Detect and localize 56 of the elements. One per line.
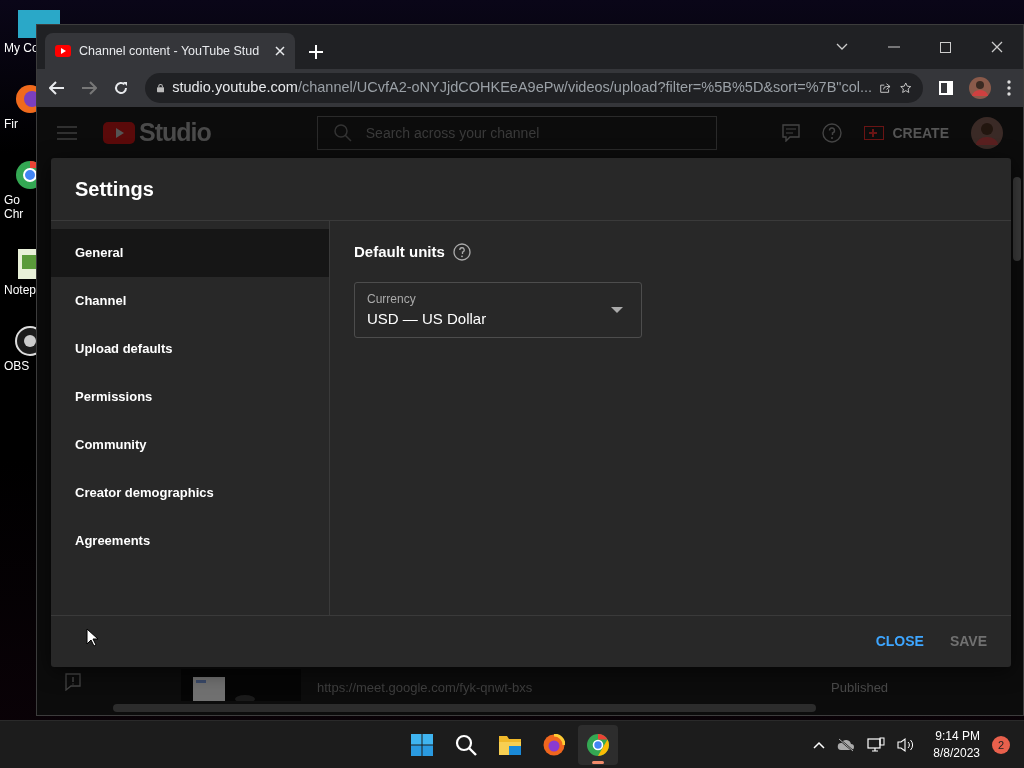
taskbar-button[interactable] [578,725,618,765]
reload-icon[interactable] [113,80,129,96]
folder-icon [499,734,521,756]
youtube-icon [55,45,71,57]
currency-dropdown[interactable]: Currency USD — US Dollar [354,281,642,338]
settings-nav-item[interactable]: Agreements [51,517,329,565]
star-icon[interactable] [899,80,911,96]
notification-badge[interactable]: 2 [992,736,1010,754]
scrollbar[interactable] [113,704,816,712]
lock-icon [157,82,165,94]
share-icon[interactable] [880,81,892,95]
dialog-title: Settings [75,177,154,202]
report-icon [65,673,81,691]
settings-nav-item[interactable]: Community [51,421,329,469]
settings-nav-item[interactable]: Upload defaults [51,325,329,373]
clock[interactable]: 9:14 PM 8/8/2023 [933,728,980,762]
chevron-up-icon[interactable] [813,741,826,749]
section-heading: Default units [354,242,445,262]
more-icon[interactable] [1007,80,1011,96]
scrollbar[interactable] [1013,177,1021,261]
settings-nav-item[interactable]: General [51,229,329,277]
video-add-icon [864,126,885,140]
new-tab-icon[interactable] [309,45,323,59]
start-icon [411,734,433,756]
forward-icon[interactable] [81,81,97,95]
settings-nav-item[interactable]: Permissions [51,373,329,421]
close-icon[interactable] [991,41,1003,53]
avatar[interactable] [969,77,991,99]
chrome-icon [587,734,609,756]
url-text: studio.youtube.com/channel/UCvfA2-oNYJjdCOHKEeA9ePw/videos/upload?filter=%5B%5D&sort=%7B"col... [172,78,873,98]
desktop-icon-label[interactable]: OBS [4,359,30,373]
network-icon[interactable] [867,737,886,753]
side-panel-icon[interactable] [939,81,953,95]
chevron-down-icon[interactable] [836,43,848,51]
close-button[interactable]: CLOSE [865,625,934,658]
address-bar[interactable]: studio.youtube.com/channel/UCvfA2-oNYJjdCOHKEeA9ePw/videos/upload?filter=%5B%5D&sort=%7B"col... [145,73,923,103]
cloud-off-icon[interactable] [837,738,856,752]
desktop-icon-label[interactable]: Fir [4,117,18,131]
mouse-pointer-icon [86,628,98,647]
settings-nav-item[interactable]: Creator demographics [51,469,329,517]
help-icon[interactable] [452,243,471,262]
desktop-icon-label[interactable]: Go [4,193,20,207]
youtube-icon [103,122,135,144]
firefox-icon [543,734,565,756]
browser-tab[interactable]: Channel content - YouTube Stud [45,33,295,69]
maximize-icon[interactable] [940,41,951,53]
search-icon [333,124,352,142]
close-icon[interactable] [275,46,285,56]
visibility-status: Published [831,679,889,697]
search-icon [455,734,477,756]
desktop-icon-label[interactable]: Notep [4,283,37,297]
back-icon[interactable] [49,81,65,95]
volume-icon[interactable] [897,737,916,753]
desktop-icon-label[interactable]: Chr [4,207,24,221]
caret-icon [611,306,623,313]
settings-nav-item[interactable]: Channel [51,277,329,325]
